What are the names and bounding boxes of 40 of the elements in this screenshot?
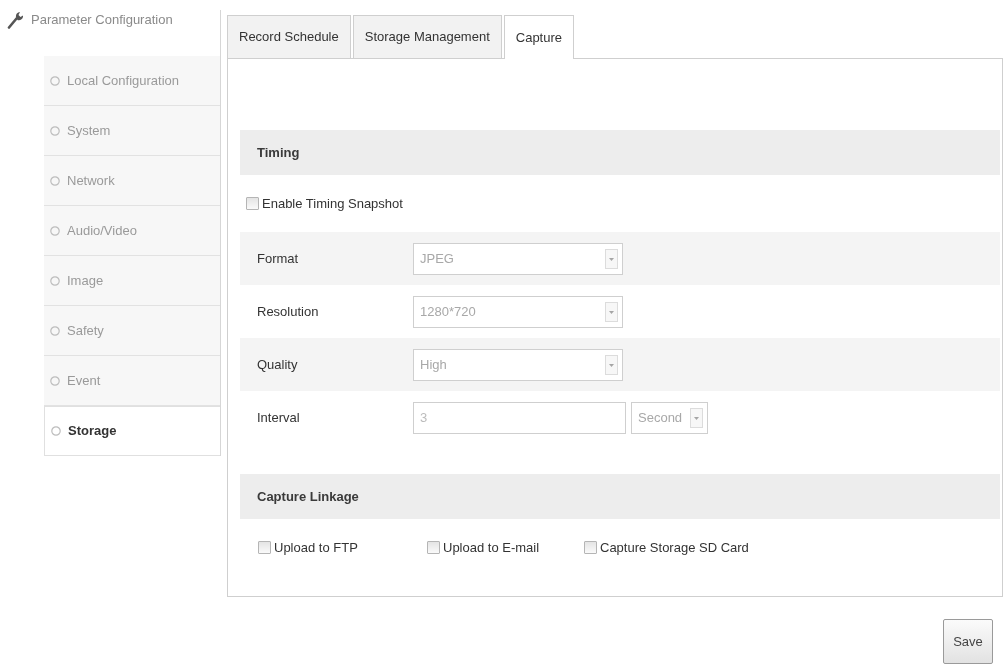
checkbox-label: Capture Storage SD Card bbox=[600, 538, 749, 557]
checkbox-label: Upload to E-mail bbox=[443, 538, 540, 557]
sidebar-item[interactable]: System bbox=[44, 106, 220, 156]
sidebar-item[interactable]: Storage bbox=[44, 406, 220, 456]
caret-icon bbox=[605, 248, 618, 269]
caret-icon bbox=[605, 301, 618, 322]
tab[interactable]: Storage Management bbox=[352, 15, 502, 58]
sidebar-title: Parameter Configuration bbox=[31, 11, 173, 29]
caret-icon bbox=[605, 354, 618, 375]
circle-icon bbox=[50, 325, 60, 336]
circle-icon bbox=[50, 175, 60, 186]
circle-icon bbox=[50, 225, 60, 236]
sidebar-item[interactable]: Safety bbox=[44, 306, 220, 356]
tab[interactable]: Record Schedule bbox=[227, 15, 351, 58]
wrench-icon bbox=[7, 11, 23, 29]
field-label: Format bbox=[256, 249, 300, 268]
circle-icon bbox=[50, 275, 60, 286]
circle-icon bbox=[51, 426, 61, 436]
section-header: Capture Linkage bbox=[240, 474, 1000, 519]
sidebar-item[interactable]: Local Configuration bbox=[44, 56, 220, 106]
field-label: Resolution bbox=[256, 302, 320, 321]
checkbox[interactable] bbox=[246, 197, 259, 210]
circle-icon bbox=[50, 75, 60, 86]
tab[interactable]: Capture bbox=[503, 15, 574, 59]
save-button[interactable]: Save bbox=[943, 619, 993, 664]
sidebar-item[interactable]: Event bbox=[44, 356, 220, 406]
field-label: Quality bbox=[256, 355, 299, 374]
checkbox-label: Upload to FTP bbox=[274, 538, 358, 557]
sidebar-item[interactable]: Image bbox=[44, 256, 220, 306]
checkbox[interactable] bbox=[584, 541, 597, 554]
sidebar-item[interactable]: Audio/Video bbox=[44, 206, 220, 256]
sidebar-item[interactable]: Network bbox=[44, 156, 220, 206]
checkbox[interactable] bbox=[258, 541, 271, 554]
checkbox-label: Enable Timing Snapshot bbox=[262, 194, 403, 213]
caret-icon bbox=[690, 407, 703, 428]
field-label: Interval bbox=[256, 408, 301, 427]
circle-icon bbox=[50, 375, 60, 386]
checkbox[interactable] bbox=[427, 541, 440, 554]
circle-icon bbox=[50, 125, 60, 136]
section-header: Timing bbox=[240, 130, 1000, 175]
